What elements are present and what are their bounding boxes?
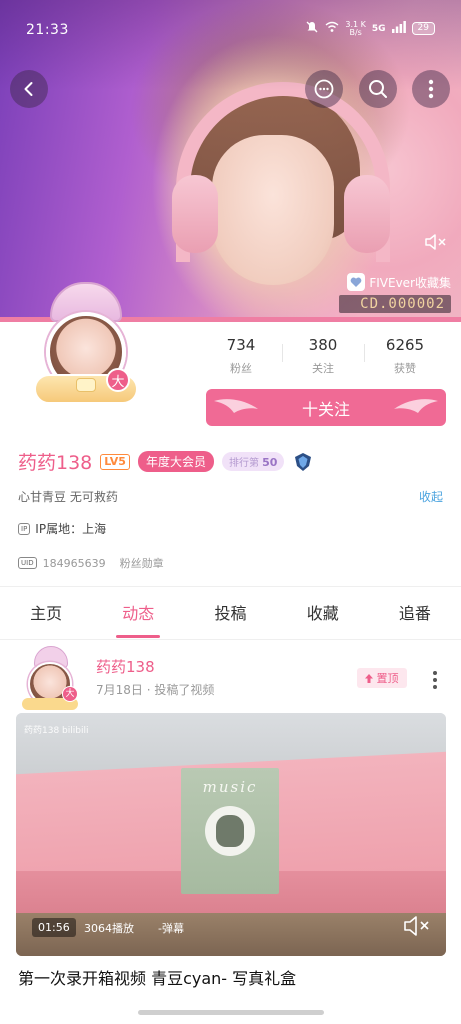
stat-following[interactable]: 380 关注: [282, 336, 364, 376]
video-thumb-label: music: [181, 768, 279, 894]
post-meta: 7月18日 · 投稿了视频: [96, 683, 215, 697]
post-more-icon[interactable]: [427, 668, 443, 692]
collection-code: CD.000002: [339, 295, 451, 313]
avatar-level-badge: 大: [106, 368, 130, 392]
profile-tabs: 主页 动态 投稿 收藏 追番: [0, 600, 461, 640]
pinned-label: 置顶: [376, 672, 399, 685]
video-play-count: 3064播放: [84, 922, 134, 935]
search-icon: [369, 80, 387, 98]
tab-dynamic[interactable]: 动态: [92, 600, 184, 640]
video-thumb-floor: [16, 913, 446, 956]
speaker-muted-icon: [425, 234, 446, 250]
status-icons: 3.1 K B/s 5G 29: [305, 20, 435, 37]
tabs-divider: [0, 639, 461, 640]
uid-row: UID 184965639 粉丝勋章: [18, 555, 164, 571]
video-mute-icon[interactable]: [402, 913, 432, 939]
follow-label: 十关注: [301, 399, 350, 419]
bio-text: 心甘青豆 无可救药: [18, 490, 118, 504]
back-button[interactable]: [10, 70, 48, 108]
tab-uploads[interactable]: 投稿: [184, 600, 276, 640]
video-title[interactable]: 第一次录开箱视频 青豆cyan- 写真礼盒: [18, 965, 296, 989]
uid-tag-icon: UID: [18, 557, 37, 569]
avatar[interactable]: 大: [34, 282, 138, 412]
more-vertical-icon: [428, 79, 434, 99]
battery-indicator: 29: [411, 22, 435, 35]
banner-photo-face: [212, 135, 334, 285]
collection-card[interactable]: FIVEver收藏集 CD.000002: [339, 273, 451, 313]
message-button[interactable]: [305, 70, 343, 108]
mute-bell-icon: [305, 20, 319, 37]
stat-label: 关注: [312, 362, 334, 375]
video-card[interactable]: music 药药138 bilibili 01:56 3064播放 -弹幕: [16, 713, 446, 956]
profile-stats: 734 粉丝 380 关注 6265 获赞: [200, 336, 446, 376]
heart-icon: [347, 273, 366, 291]
wing-left-icon: [214, 399, 258, 413]
collection-label: FIVEver收藏集: [369, 275, 451, 290]
tab-bangumi[interactable]: 追番: [369, 600, 461, 640]
video-watermark: 药药138 bilibili: [24, 726, 89, 736]
post-avatar[interactable]: 大: [20, 646, 82, 710]
username: 药药138: [18, 452, 93, 474]
ip-location-row: IP IP属地：上海: [18, 520, 106, 537]
video-danmaku-count: -弹幕: [158, 922, 184, 935]
banner-mute-button[interactable]: [422, 230, 450, 254]
wifi-icon: [325, 21, 339, 36]
banner-photo-earcup: [344, 175, 390, 253]
signal-label: 5G: [371, 23, 386, 34]
chat-bubble-icon: [314, 79, 334, 99]
pinned-badge: 置顶: [357, 668, 407, 688]
rank-badge[interactable]: 排行第 50: [221, 452, 285, 471]
signal-bars-icon: [391, 21, 406, 36]
video-duration: 01:56: [32, 918, 76, 937]
stat-likes[interactable]: 6265 获赞: [364, 336, 446, 376]
chevron-left-icon: [24, 82, 33, 96]
ip-tag-icon: IP: [18, 522, 31, 535]
name-row: 药药138 LV5 年度大会员 排行第 50: [18, 448, 314, 475]
tab-home[interactable]: 主页: [0, 600, 92, 640]
collapse-link[interactable]: 收起: [419, 488, 443, 505]
wing-right-icon: [394, 399, 438, 413]
network-speed: 3.1 K B/s: [345, 20, 366, 37]
home-indicator[interactable]: [138, 1010, 324, 1015]
more-options-button[interactable]: [412, 70, 450, 108]
rank-prefix: 排行第: [228, 458, 259, 469]
post-author[interactable]: 药药138: [96, 656, 155, 677]
level-badge: LV5: [100, 453, 130, 470]
rank-value: 50: [262, 456, 278, 469]
stat-followers[interactable]: 734 粉丝: [200, 336, 282, 376]
avatar-frame-bow: [76, 378, 96, 392]
stat-label: 获赞: [394, 362, 416, 375]
network-speed-unit: B/s: [349, 27, 362, 37]
status-time: 21:33: [26, 22, 69, 38]
box-label-text: music: [202, 778, 258, 796]
fan-medal-link[interactable]: 粉丝勋章: [120, 555, 164, 571]
follow-button[interactable]: 十关注: [206, 389, 446, 426]
ip-location: IP属地：上海: [35, 522, 107, 536]
stat-value: 6265: [385, 336, 425, 354]
arrow-up-icon: [365, 674, 373, 683]
vip-badge[interactable]: 年度大会员: [137, 451, 214, 472]
uid-value[interactable]: 184965639: [43, 557, 106, 570]
tab-favorites[interactable]: 收藏: [277, 600, 369, 640]
section-divider: [0, 586, 461, 587]
search-button[interactable]: [359, 70, 397, 108]
stat-value: 734: [226, 336, 256, 354]
frog-figure: [216, 815, 244, 847]
guard-shield-icon[interactable]: [292, 451, 314, 473]
post-avatar-level-badge: 大: [62, 686, 78, 702]
banner-photo-earcup: [172, 175, 218, 253]
stat-label: 粉丝: [230, 362, 252, 375]
stat-value: 380: [308, 336, 338, 354]
status-bar: 21:33 3.1 K B/s 5G 29: [0, 0, 461, 60]
